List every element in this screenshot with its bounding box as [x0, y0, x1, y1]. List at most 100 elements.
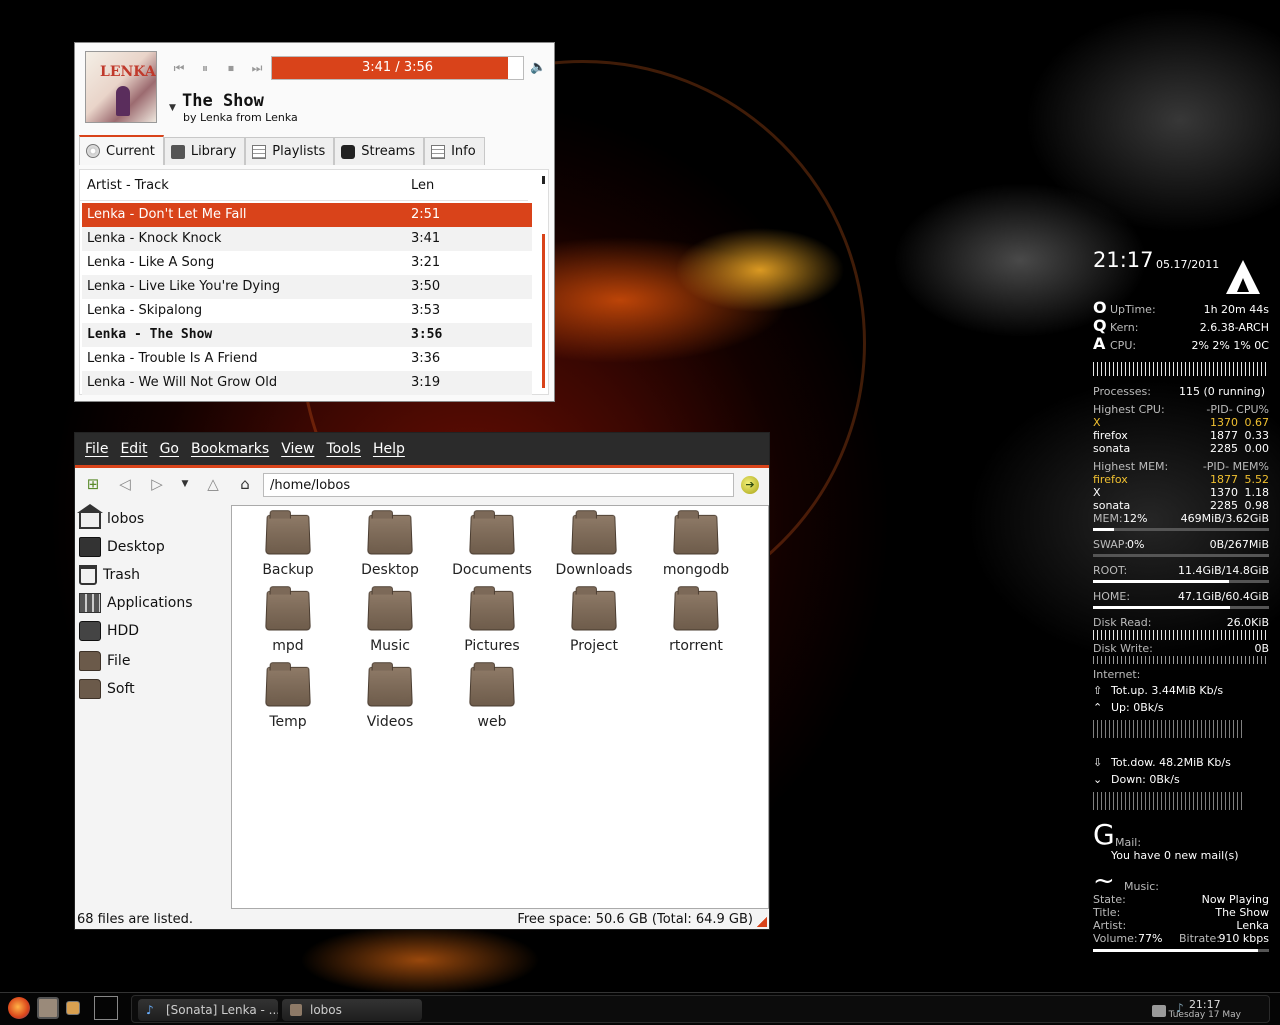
sidebar-item-file[interactable]: File	[75, 647, 229, 675]
folder-item[interactable]: Documents	[442, 514, 542, 586]
cpu-proc-value: 0.00	[1244, 442, 1270, 455]
folder-icon	[367, 590, 413, 631]
folder-item[interactable]: Music	[340, 590, 440, 662]
mem-label: MEM:	[1093, 512, 1123, 525]
tab-info[interactable]: Info	[424, 137, 485, 165]
folder-item[interactable]: Downloads	[544, 514, 644, 586]
folder-item[interactable]: Temp	[238, 666, 338, 738]
network-tray-icon[interactable]	[1152, 1005, 1166, 1017]
home-icon[interactable]: ⌂	[235, 474, 255, 494]
track-name: Lenka - Knock Knock	[87, 231, 222, 246]
track-length: 3:36	[411, 351, 441, 366]
terminal-launcher-icon[interactable]	[66, 1001, 80, 1015]
previous-icon[interactable]: ⏮	[171, 60, 187, 76]
back-icon[interactable]: ◁	[115, 474, 135, 494]
song-title: The Show	[182, 91, 264, 111]
highest-cpu-columns: -PID- CPU%	[1206, 403, 1269, 416]
disk-write-graph	[1093, 656, 1269, 664]
file-manager-launcher-icon[interactable]	[37, 997, 59, 1019]
folder-item[interactable]: web	[442, 666, 542, 738]
playlist-icon	[252, 144, 267, 159]
history-dropdown-icon[interactable]: ▼	[175, 474, 195, 494]
scrollbar-thumb[interactable]	[542, 234, 545, 388]
table-row[interactable]: Lenka - Knock Knock 3:41	[82, 227, 532, 251]
folder-icon	[673, 514, 719, 555]
tab-streams[interactable]: Streams	[334, 137, 425, 165]
folder-item[interactable]: Backup	[238, 514, 338, 586]
sidebar-item-applications[interactable]: Applications	[75, 589, 229, 617]
info-icon	[431, 144, 446, 159]
file-view[interactable]: Backup Desktop Documents Downloads mongodb mp…	[231, 505, 769, 909]
folder-label: Desktop	[361, 562, 419, 578]
mail-status: You have 0 new mail(s)	[1111, 849, 1239, 862]
menu-edit[interactable]: Edit	[120, 441, 147, 457]
table-row[interactable]: Lenka - Skipalong 3:53	[82, 299, 532, 323]
swap-bar	[1093, 554, 1269, 557]
next-icon[interactable]: ⏭	[249, 60, 265, 76]
folder-item[interactable]: Videos	[340, 666, 440, 738]
sidebar-item-label: File	[107, 653, 131, 669]
folder-icon	[265, 514, 311, 555]
places-sidebar: lobos Desktop Trash Applications HDD Fil…	[75, 504, 229, 703]
progress-time: 3:41 / 3:56	[361, 60, 434, 75]
sidebar-item-soft[interactable]: Soft	[75, 675, 229, 703]
forward-icon[interactable]: ▷	[147, 474, 167, 494]
table-row[interactable]: Lenka - Live Like You're Dying 3:50	[82, 275, 532, 299]
menu-help[interactable]: Help	[373, 441, 405, 457]
new-tab-icon[interactable]: ⊞	[83, 474, 103, 494]
folder-item[interactable]: Desktop	[340, 514, 440, 586]
stop-icon[interactable]: ⏹	[223, 60, 239, 76]
go-icon[interactable]: ➔	[741, 476, 759, 494]
menu-tools[interactable]: Tools	[326, 441, 361, 457]
folder-item[interactable]: mongodb	[646, 514, 746, 586]
table-row-now-playing[interactable]: Lenka - The Show 3:56	[82, 323, 532, 347]
table-row[interactable]: Lenka - Trouble Is A Friend 3:36	[82, 347, 532, 371]
sonata-window: LENKA ⏮ ⏸ ⏹ ⏭ 3:41 / 3:56 🔈 ▼ The Show b…	[74, 42, 555, 402]
mem-proc-pid: 1370	[1210, 486, 1238, 499]
task-sonata[interactable]: ♪ [Sonata] Lenka - ...	[138, 999, 278, 1021]
music-bitrate: 910 kbps	[1218, 932, 1269, 945]
task-list: ♪ [Sonata] Lenka - ... lobos ♪ 21:17 Tue…	[131, 995, 1270, 1023]
mem-proc-name: sonata	[1093, 499, 1131, 512]
sidebar-item-hdd[interactable]: HDD	[75, 617, 229, 645]
volume-icon[interactable]: 🔈	[530, 60, 546, 75]
mem-proc-value: 0.98	[1244, 499, 1270, 512]
path-input[interactable]	[263, 473, 734, 497]
column-header-length[interactable]: Len	[411, 178, 434, 193]
sidebar-item-lobos[interactable]: lobos	[75, 504, 229, 533]
tray-clock[interactable]: 21:17 Tuesday 17 May	[1169, 999, 1241, 1021]
sidebar-item-trash[interactable]: Trash	[75, 561, 229, 589]
task-file-manager[interactable]: lobos	[282, 999, 422, 1021]
sidebar-item-desktop[interactable]: Desktop	[75, 533, 229, 561]
column-header-track[interactable]: Artist - Track	[87, 178, 169, 193]
expander-arrow-icon[interactable]: ▼	[169, 103, 176, 113]
track-length: 3:19	[411, 375, 441, 390]
folder-item[interactable]: mpd	[238, 590, 338, 662]
table-row[interactable]: Lenka - Don't Let Me Fall 2:51	[82, 203, 532, 227]
folder-label: Downloads	[555, 562, 633, 578]
download-speed: Down: 0Bk/s	[1111, 773, 1180, 786]
menu-bookmarks[interactable]: Bookmarks	[191, 441, 269, 457]
table-row[interactable]: Lenka - We Will Not Grow Old 3:19	[82, 371, 532, 395]
menu-view[interactable]: View	[281, 441, 314, 457]
tab-library[interactable]: Library	[163, 137, 246, 165]
resize-grip-icon[interactable]	[757, 917, 767, 927]
cpu-glyph-icon: A	[1093, 334, 1106, 353]
playlist-view[interactable]: Artist - Track Len Lenka - Don't Let Me …	[79, 169, 549, 395]
up-icon[interactable]: △	[203, 474, 223, 494]
menu-file[interactable]: File	[85, 441, 108, 457]
table-row[interactable]: Lenka - Like A Song 3:21	[82, 251, 532, 275]
desktop-pager[interactable]	[94, 996, 118, 1020]
progress-bar[interactable]: 3:41 / 3:56	[271, 56, 524, 80]
folder-item[interactable]: rtorrent	[646, 590, 746, 662]
music-label: Music:	[1124, 880, 1160, 893]
menu-go[interactable]: Go	[160, 441, 179, 457]
playlist-scrollbar[interactable]	[542, 176, 545, 388]
firefox-launcher-icon[interactable]	[8, 997, 30, 1019]
folder-item[interactable]: Pictures	[442, 590, 542, 662]
folder-item[interactable]: Project	[544, 590, 644, 662]
download-icon: ⌄	[1093, 773, 1103, 786]
tab-current[interactable]: Current	[79, 135, 164, 165]
tab-playlists[interactable]: Playlists	[245, 137, 335, 165]
pause-icon[interactable]: ⏸	[197, 60, 213, 76]
